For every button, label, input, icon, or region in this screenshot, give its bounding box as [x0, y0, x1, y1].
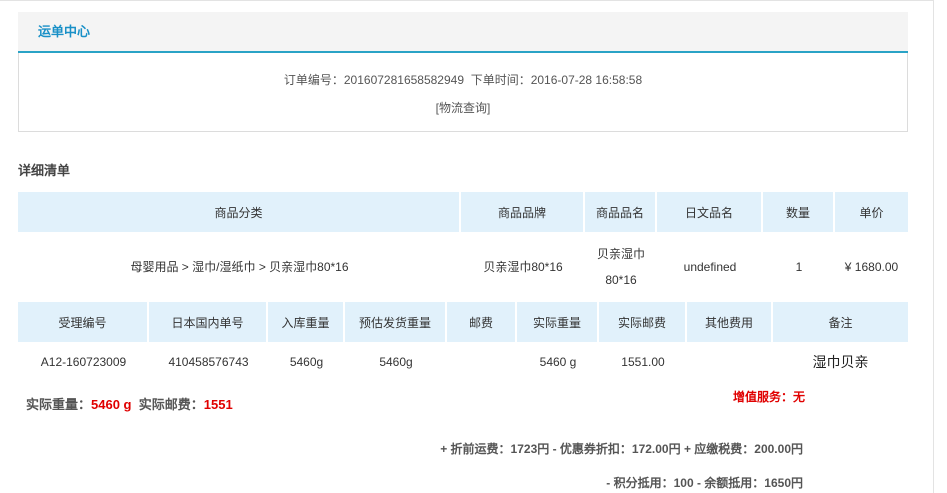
col-unit-price: 单价 — [835, 192, 908, 232]
goods-table-header: 商品分类 商品品牌 商品品名 日文品名 数量 单价 — [18, 192, 908, 232]
col-product-name: 商品品名 — [585, 192, 657, 232]
table-row: A12-160723009 410458576743 5460g 5460g 5… — [18, 342, 908, 382]
goods-table: 商品分类 商品品牌 商品品名 日文品名 数量 单价 母婴用品 > 湿巾/湿纸巾 … — [18, 192, 908, 302]
order-time-label: 下单时间： — [470, 73, 531, 87]
col-quantity: 数量 — [763, 192, 835, 232]
col-estimated-weight: 预估发货重量 — [345, 302, 447, 342]
actual-postage-value: 1551 — [203, 397, 233, 412]
tracking-query-link[interactable]: [物流查询] — [19, 99, 907, 116]
col-other-fees: 其他费用 — [687, 302, 773, 342]
actual-weight-value: 5460 g — [91, 397, 132, 412]
order-info-panel: 订单编号：201607281658582949 下单时间：2016-07-28 … — [18, 53, 908, 132]
cell-quantity: 1 — [795, 260, 803, 274]
table-row: 母婴用品 > 湿巾/湿纸巾 > 贝亲湿巾80*16 贝亲湿巾80*16 贝亲湿巾… — [18, 232, 908, 302]
cell-acceptance-no: A12-160723009 — [40, 355, 127, 369]
actual-weight-label: 实际重量： — [26, 397, 92, 412]
col-remarks: 备注 — [773, 302, 908, 342]
cell-postage — [447, 342, 517, 382]
cell-actual-postage: 1551.00 — [621, 355, 665, 369]
col-acceptance-no: 受理编号 — [18, 302, 149, 342]
cell-unit-price: ¥ 1680.00 — [844, 260, 899, 274]
cell-estimated-weight: 5460g — [379, 355, 413, 369]
cell-remarks: 湿巾贝亲 — [812, 354, 869, 370]
order-number: 201607281658582949 — [343, 73, 465, 87]
weight-postage-summary: 实际重量：5460 g 实际邮费：1551 — [26, 394, 233, 413]
fee-breakdown-line-2: - 积分抵用：100 - 余额抵用：1650円 — [606, 476, 803, 490]
order-number-label: 订单编号： — [283, 73, 344, 87]
col-actual-weight: 实际重量 — [517, 302, 599, 342]
cell-category: 母婴用品 > 湿巾/湿纸巾 > 贝亲湿巾80*16 — [130, 260, 349, 274]
order-time: 2016-07-28 16:58:58 — [530, 73, 643, 87]
col-japan-tracking-no: 日本国内单号 — [149, 302, 268, 342]
col-actual-postage: 实际邮费 — [599, 302, 687, 342]
col-inbound-weight: 入库重量 — [268, 302, 345, 342]
cell-japan-tracking-no: 410458576743 — [168, 355, 249, 369]
shipping-table: 受理编号 日本国内单号 入库重量 预估发货重量 邮费 实际重量 实际邮费 其他费… — [18, 302, 908, 382]
cell-japanese-name: undefined — [683, 260, 737, 274]
page-header: 运单中心 — [18, 12, 908, 53]
fee-breakdown-line-1: + 折前运费：1723円 - 优惠券折扣：172.00円 + 应缴税费：200.… — [440, 442, 803, 456]
col-category: 商品分类 — [18, 192, 461, 232]
actual-postage-label: 实际邮费： — [138, 397, 204, 412]
col-brand: 商品品牌 — [461, 192, 585, 232]
value-added-service: 增值服务：无 — [733, 390, 806, 404]
cell-product-name: 贝亲湿巾 80*16 — [596, 247, 645, 287]
page-title: 运单中心 — [38, 24, 91, 39]
cell-other-fees — [687, 342, 773, 382]
shipping-table-header: 受理编号 日本国内单号 入库重量 预估发货重量 邮费 实际重量 实际邮费 其他费… — [18, 302, 908, 342]
cell-inbound-weight: 5460g — [289, 355, 324, 369]
cell-actual-weight: 5460 g — [539, 355, 577, 369]
cell-brand: 贝亲湿巾80*16 — [483, 260, 563, 274]
col-japanese-name: 日文品名 — [657, 192, 763, 232]
detail-section-title: 详细清单 — [18, 163, 71, 178]
col-postage: 邮费 — [447, 302, 517, 342]
order-info-line: 订单编号：201607281658582949 下单时间：2016-07-28 … — [19, 71, 907, 88]
